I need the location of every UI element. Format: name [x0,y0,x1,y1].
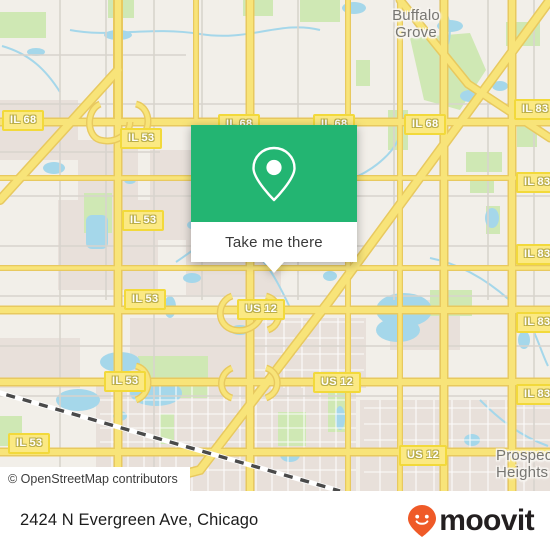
highway-shield-us12: US 12 [313,372,362,393]
highway-shield-il83: IL 83 [516,384,550,405]
moovit-wordmark: moovit [439,503,534,537]
highway-shield-us12: US 12 [237,299,286,320]
map-pin-icon [252,146,296,201]
highway-shield-us12: US 12 [399,445,448,466]
popup-action-area[interactable]: Take me there [191,222,357,262]
highway-shield-il53: IL 53 [104,371,147,392]
take-me-there-label[interactable]: Take me there [225,234,323,251]
destination-popup-card[interactable]: Take me there [191,125,357,273]
highway-shield-il83: IL 83 [514,99,550,120]
address-label: 2424 N Evergreen Ave, Chicago [20,511,259,529]
highway-shield-il83: IL 83 [516,244,550,265]
map-screenshot: Buffalo Grove Prospect Heights IL 68 IL … [0,0,550,550]
highway-shield-il53: IL 53 [120,128,163,149]
highway-shield-il83: IL 83 [516,312,550,333]
highway-shield-il68: IL 68 [2,110,45,131]
moovit-logo[interactable]: moovit [407,503,535,538]
map-canvas[interactable]: Buffalo Grove Prospect Heights IL 68 IL … [0,0,550,491]
highway-shield-il68: IL 68 [404,114,447,135]
popup-tail [264,262,284,273]
map-attribution[interactable]: © OpenStreetMap contributors [0,467,190,491]
highway-shield-il53: IL 53 [124,289,167,310]
popup-marker-area [191,125,357,222]
footer-bar: 2424 N Evergreen Ave, Chicago moovit [0,491,550,550]
moovit-smiley-pin-icon [408,504,437,537]
highway-shield-il53: IL 53 [8,433,51,454]
highway-shield-il53: IL 53 [122,210,165,231]
highway-shield-il83: IL 83 [516,172,550,193]
attribution-text: © OpenStreetMap contributors [8,472,178,486]
